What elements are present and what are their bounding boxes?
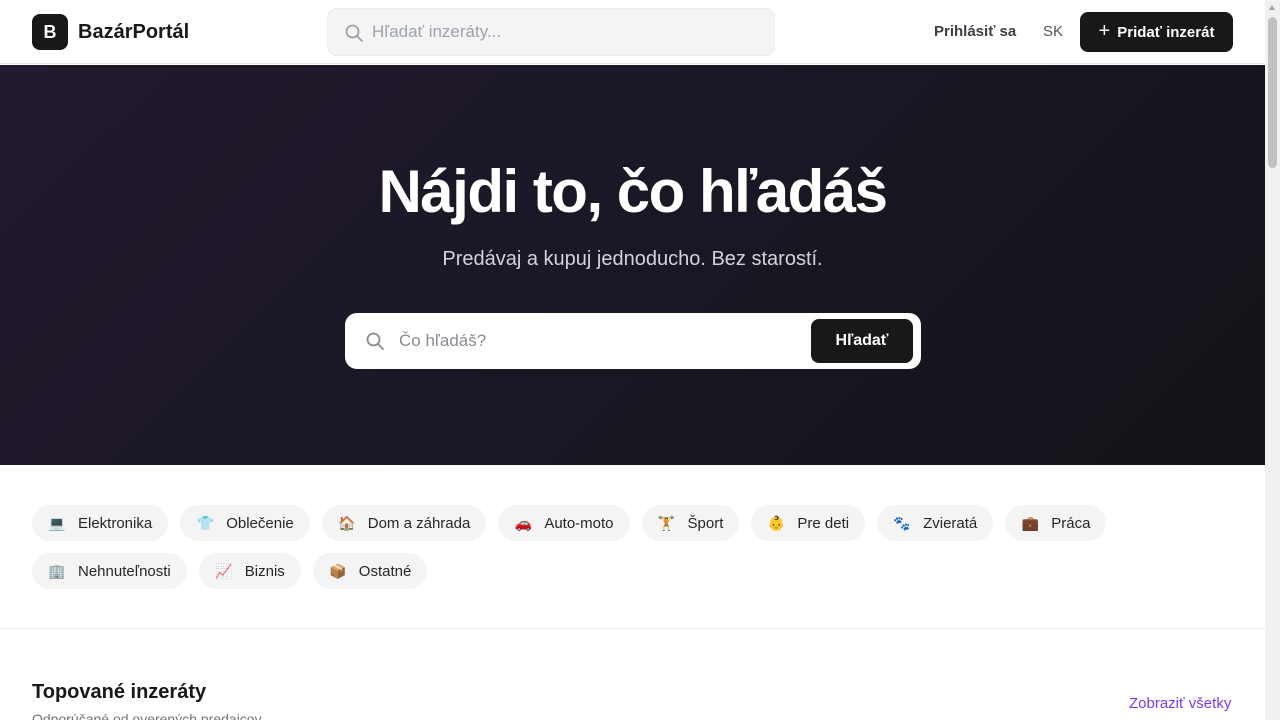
featured-subtitle: Odporúčané od overených predajcov bbox=[32, 711, 262, 720]
category-list: 💻 Elektronika 👕 Oblečenie 🏠 Dom a záhrad… bbox=[32, 505, 1232, 589]
category-chip-biznis[interactable]: 📈 Biznis bbox=[198, 553, 301, 589]
see-all-link[interactable]: Zobraziť všetky bbox=[1129, 695, 1231, 713]
featured-title: Topované inzeráty bbox=[32, 681, 207, 703]
site-header: B BazárPortál Prihlásiť sa SK + Pridať i… bbox=[0, 0, 1265, 64]
plus-icon: + bbox=[1098, 20, 1111, 42]
hero-subtitle: Predávaj a kupuj jednoducho. Bez starost… bbox=[442, 248, 823, 270]
car-icon: 🚗 bbox=[514, 514, 533, 531]
category-label: Práca bbox=[1051, 514, 1091, 532]
search-icon bbox=[345, 24, 363, 42]
category-chip-auto-moto[interactable]: 🚗 Auto-moto bbox=[498, 505, 630, 541]
category-chip-oblecenie[interactable]: 👕 Oblečenie bbox=[180, 505, 310, 541]
category-chip-sport[interactable]: 🏋 Šport bbox=[641, 505, 740, 541]
category-chip-dom-a-zahrada[interactable]: 🏠 Dom a záhrada bbox=[321, 505, 487, 541]
category-chip-ostatne[interactable]: 📦 Ostatné bbox=[312, 553, 428, 589]
logo-mark[interactable]: B bbox=[32, 14, 68, 50]
category-label: Elektronika bbox=[78, 514, 153, 532]
category-chip-nehnutelnosti[interactable]: 🏢 Nehnuteľnosti bbox=[32, 553, 187, 589]
category-chip-praca[interactable]: 💼 Práca bbox=[1005, 505, 1107, 541]
category-label: Pre deti bbox=[797, 514, 850, 532]
header-search-input[interactable] bbox=[372, 9, 762, 55]
category-label: Biznis bbox=[244, 562, 285, 580]
category-label: Šport bbox=[687, 514, 724, 532]
package-icon: 📦 bbox=[329, 562, 347, 579]
search-icon bbox=[366, 332, 384, 350]
hero-search-box[interactable]: Hľadať bbox=[345, 313, 921, 369]
laptop-icon: 💻 bbox=[48, 514, 66, 531]
category-label: Nehnuteľnosti bbox=[78, 562, 171, 580]
category-label: Zvieratá bbox=[923, 514, 978, 532]
chart-up-icon: 📈 bbox=[215, 562, 233, 579]
add-listing-button[interactable]: + Pridať inzerát bbox=[1080, 12, 1233, 52]
briefcase-icon: 💼 bbox=[1021, 514, 1039, 531]
category-chip-elektronika[interactable]: 💻 Elektronika bbox=[32, 505, 169, 541]
login-link[interactable]: Prihlásiť sa bbox=[934, 23, 1016, 41]
category-label: Ostatné bbox=[358, 562, 412, 580]
category-label: Auto-moto bbox=[544, 514, 614, 532]
add-listing-label: Pridať inzerát bbox=[1117, 23, 1215, 41]
category-chip-zvierata[interactable]: 🐾 Zvieratá bbox=[877, 505, 994, 541]
category-label: Dom a záhrada bbox=[367, 514, 471, 532]
section-divider bbox=[0, 628, 1265, 629]
page-scrollbar[interactable] bbox=[1265, 0, 1280, 720]
scrollbar-thumb[interactable] bbox=[1268, 17, 1277, 168]
building-icon: 🏢 bbox=[48, 562, 66, 579]
tshirt-icon: 👕 bbox=[196, 514, 214, 531]
hero-section: Nájdi to, čo hľadáš Predávaj a kupuj jed… bbox=[0, 65, 1265, 465]
category-label: Oblečenie bbox=[226, 514, 294, 532]
weightlifter-icon: 🏋 bbox=[657, 514, 676, 531]
scroll-up-arrow-icon[interactable] bbox=[1269, 5, 1275, 10]
search-button[interactable]: Hľadať bbox=[811, 319, 913, 363]
category-chip-pre-deti[interactable]: 👶 Pre deti bbox=[751, 505, 866, 541]
baby-icon: 👶 bbox=[767, 514, 786, 531]
paw-icon: 🐾 bbox=[893, 514, 911, 531]
language-switcher[interactable]: SK bbox=[1043, 23, 1063, 41]
hero-title: Nájdi to, čo hľadáš bbox=[378, 158, 888, 225]
hero-search-input[interactable] bbox=[399, 313, 799, 369]
header-search-box[interactable] bbox=[327, 8, 775, 56]
brand-name[interactable]: BazárPortál bbox=[78, 20, 189, 44]
house-icon: 🏠 bbox=[338, 514, 356, 531]
